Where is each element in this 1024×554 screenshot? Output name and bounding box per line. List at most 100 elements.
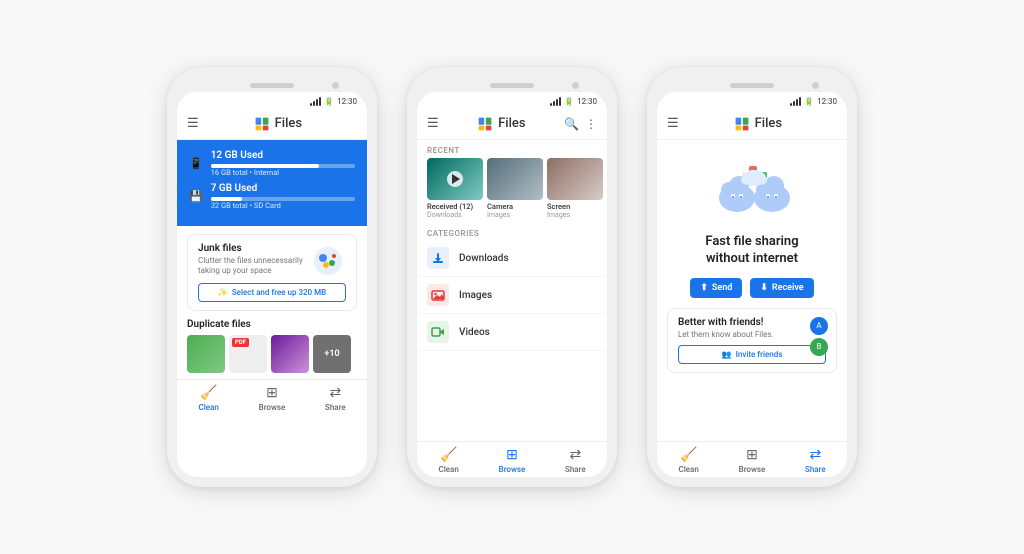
storage-sub-internal: 16 GB total • Internal [211, 168, 355, 177]
recent-item-label-screen: Screen [547, 202, 603, 211]
app-bar-title-2: Files [439, 116, 564, 132]
hamburger-icon-1[interactable]: ☰ [187, 116, 199, 131]
hamburger-icon-3[interactable]: ☰ [667, 116, 679, 131]
browse-icon-1: ⊞ [266, 385, 278, 401]
scene: 🔋 12:30 ☰ Files 📱 [0, 0, 1024, 554]
hamburger-icon-2[interactable]: ☰ [427, 116, 439, 131]
nav-browse-1[interactable]: ⊞ Browse [240, 385, 303, 412]
status-bar-3: 🔋 12:30 [657, 92, 847, 108]
s3-b4 [799, 97, 801, 106]
friends-desc: Let them know about Files. [678, 330, 826, 339]
appbar-actions-2: 🔍 ⋮ [564, 117, 597, 131]
status-time-2: 12:30 [577, 97, 597, 106]
screen-content-2: RECENT Received (12) Downloads [417, 140, 607, 441]
select-free-button[interactable]: ✨ Select and free up 320 MB [198, 283, 346, 302]
clean-icon-2: 🧹 [440, 447, 457, 463]
nav-browse-label-1: Browse [259, 403, 286, 412]
camera-1 [332, 82, 339, 89]
battery-icon-2: 🔋 [564, 97, 574, 106]
storage-sub-sd: 32 GB total • SD Card [211, 201, 355, 210]
notch-bar-1 [177, 77, 367, 92]
signal-bar-4 [319, 97, 321, 106]
cat-item-downloads[interactable]: Downloads [417, 240, 607, 277]
nav-share-label-3: Share [805, 465, 826, 474]
invite-friends-button[interactable]: 👥 Invite friends [678, 345, 826, 364]
cat-name-images: Images [459, 290, 492, 301]
images-icon [427, 284, 449, 306]
more-icon-2[interactable]: ⋮ [585, 117, 597, 131]
dup-thumb-2: PDF [229, 335, 267, 373]
s3-b2 [793, 101, 795, 106]
recent-item-camera[interactable]: Camera Images [487, 158, 543, 219]
nav-browse-3[interactable]: ⊞ Browse [720, 447, 783, 474]
clean-icon-1: 🧹 [200, 385, 217, 401]
nav-browse-2[interactable]: ⊞ Browse [480, 447, 543, 474]
dup-thumb-3 [271, 335, 309, 373]
nav-clean-2[interactable]: 🧹 Clean [417, 447, 480, 474]
send-button[interactable]: ⬆ Send [690, 278, 742, 298]
receive-button[interactable]: ⬇ Receive [750, 278, 813, 298]
junk-files-card: Junk files Clutter the files unnecessari… [187, 234, 357, 311]
nav-share-2[interactable]: ⇄ Share [544, 447, 607, 474]
files-logo-1 [254, 116, 270, 132]
friends-card: A B Better with friends! Let them know a… [667, 308, 837, 373]
categories-label: CATEGORIES [417, 225, 607, 240]
storage-item-internal: 📱 12 GB Used 16 GB total • Internal [189, 150, 355, 177]
signal-bar-3 [316, 99, 318, 106]
download-svg [431, 251, 445, 265]
recent-item-screen[interactable]: Screen Images [547, 158, 603, 219]
status-bar-1: 🔋 12:30 [177, 92, 367, 108]
search-icon-2[interactable]: 🔍 [564, 117, 579, 131]
play-overlay [447, 171, 463, 187]
nav-clean-label-3: Clean [679, 465, 699, 474]
dup-thumb-1 [187, 335, 225, 373]
storage-label-internal: 12 GB Used [211, 150, 355, 161]
s2-b4 [559, 97, 561, 106]
select-free-label: Select and free up 320 MB [232, 288, 326, 297]
recent-label: RECENT [417, 140, 607, 158]
nav-share-3[interactable]: ⇄ Share [784, 447, 847, 474]
share-content: Fast file sharingwithout internet ⬆ Send… [657, 140, 847, 441]
screen-1: 🔋 12:30 ☰ Files 📱 [177, 92, 367, 477]
recent-item-sub-received: Downloads [427, 211, 483, 219]
s2-b2 [553, 101, 555, 106]
speaker-2 [490, 83, 534, 88]
phone-icon: 📱 [189, 157, 203, 170]
nav-clean-3[interactable]: 🧹 Clean [657, 447, 720, 474]
videos-icon [427, 321, 449, 343]
recent-item-received[interactable]: Received (12) Downloads [427, 158, 483, 219]
nav-clean-1[interactable]: 🧹 Clean [177, 385, 240, 412]
videos-svg [431, 325, 445, 339]
cat-name-videos: Videos [459, 327, 490, 338]
nav-share-1[interactable]: ⇄ Share [304, 385, 367, 412]
avatar-2: B [810, 338, 828, 356]
nav-share-label-1: Share [325, 403, 346, 412]
duplicate-section: Duplicate files PDF +10 [177, 319, 367, 379]
status-time-1: 12:30 [337, 97, 357, 106]
files-logo-2 [477, 116, 493, 132]
sharing-svg [707, 158, 797, 228]
friend-avatars: A B [810, 317, 828, 356]
cat-item-images[interactable]: Images [417, 277, 607, 314]
app-bar-2: ☰ Files 🔍 ⋮ [417, 108, 607, 140]
downloads-icon [427, 247, 449, 269]
app-title-1: Files [275, 116, 302, 131]
app-bar-title-1: Files [199, 116, 357, 132]
recent-item-label-camera: Camera [487, 202, 543, 211]
friends-title: Better with friends! [678, 317, 826, 328]
cat-item-videos[interactable]: Videos [417, 314, 607, 351]
avatar-1: A [810, 317, 828, 335]
notch-bar-3 [657, 77, 847, 92]
status-time-3: 12:30 [817, 97, 837, 106]
app-title-3: Files [755, 116, 782, 131]
speaker-1 [250, 83, 294, 88]
dup-thumbs-row: PDF +10 [187, 335, 357, 373]
phone-share: 🔋 12:30 ☰ Files [647, 67, 857, 487]
battery-icon-1: 🔋 [324, 97, 334, 106]
send-label: Send [712, 283, 732, 293]
storage-info-sd: 7 GB Used 32 GB total • SD Card [211, 183, 355, 210]
nav-browse-label-2: Browse [499, 465, 526, 474]
recent-thumb-received [427, 158, 483, 200]
recent-item-sub-screen: Images [547, 211, 603, 219]
receive-icon: ⬇ [760, 283, 768, 293]
